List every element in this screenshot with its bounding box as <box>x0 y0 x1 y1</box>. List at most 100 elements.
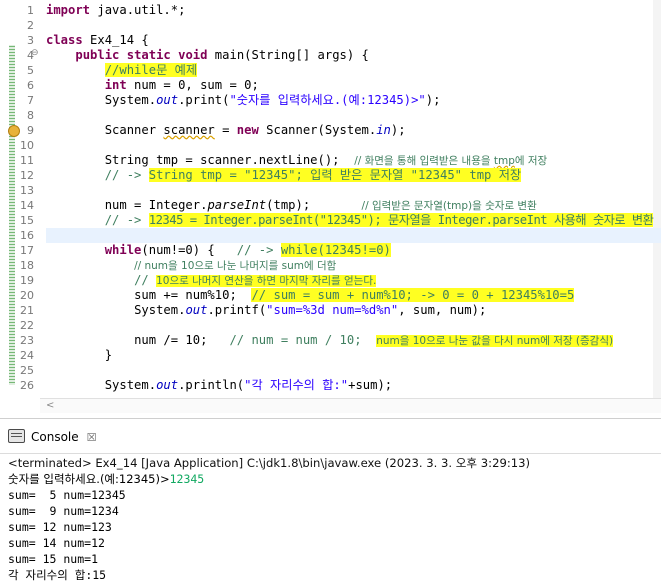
line-number: 4 <box>27 49 34 62</box>
line-number: 11 <box>20 154 34 167</box>
scroll-left-icon[interactable]: < <box>46 399 54 413</box>
comment: // 화면을 통해 입력받은 내용을 <box>354 155 494 167</box>
code-line-18[interactable]: // num을 10으로 나눈 나머지를 sum에 더함 <box>46 258 661 273</box>
code-line-15[interactable]: // -> 12345 = Integer.parseInt("12345");… <box>46 213 661 228</box>
string-literal: "각 자리수의 합:" <box>244 378 349 392</box>
terminated-status: <terminated> Ex4_14 [Java Application] C… <box>8 456 530 470</box>
code-line-5[interactable]: //while문 예제 <box>46 63 661 78</box>
line-number: 9 <box>27 124 34 137</box>
close-icon[interactable]: ☒ <box>87 428 97 448</box>
comment: //while문 예제 <box>104 63 198 77</box>
string-literal: "숫자를 입력하세요.(예:12345)>" <box>229 93 426 107</box>
code-line-19[interactable]: // 10으로 나머지 연산을 하면 마지막 자리를 얻는다. <box>46 273 661 288</box>
line-number: 22 <box>20 319 34 332</box>
string-literal: "sum=%3d num=%d%n" <box>266 303 399 317</box>
horizontal-scrollbar[interactable]: < <box>40 398 661 413</box>
line-number: 13 <box>20 184 34 197</box>
code-line-26[interactable]: System.out.println("각 자리수의 합:"+sum); <box>46 378 661 393</box>
line-number: 17 <box>20 244 34 257</box>
code-line-14[interactable]: num = Integer.parseInt(tmp); // 입력받은 문자열… <box>46 198 661 213</box>
code-line-21[interactable]: System.out.printf("sum=%3d num=%d%n", su… <box>46 303 661 318</box>
keyword: new <box>236 123 259 137</box>
field: out <box>185 303 208 317</box>
console-prompt-line: 숫자를 입력하세요.(예:12345)>12345 <box>8 471 204 487</box>
console-prompt: 숫자를 입력하세요.(예:12345)> <box>8 472 170 486</box>
line-number: 5 <box>27 64 34 77</box>
code-editor[interactable]: ⊖ 1 2 3 4 5 6 7 8 9 10 11 12 13 14 15 16 17 18 19 20 21 22 23 2… <box>0 0 661 398</box>
code-text: String tmp = scanner.nextLine(); <box>104 153 355 167</box>
code-line-6[interactable]: int num = 0, sum = 0; <box>46 78 661 93</box>
console-output-line: sum= 15 num=1 <box>8 552 99 566</box>
code-text: num = 0, sum = 0; <box>126 78 259 92</box>
comment: // sum = sum + num%10; -> 0 = 0 + 12345%… <box>251 288 575 302</box>
keyword: class <box>46 33 83 47</box>
comment: tmp <box>493 155 515 167</box>
variable: scanner <box>163 123 215 137</box>
line-number: 10 <box>20 139 34 152</box>
line-number: 2 <box>27 19 34 32</box>
console-view[interactable]: Console ☒ <terminated> Ex4_14 [Java Appli… <box>0 418 661 585</box>
comment: // <box>134 273 157 287</box>
keyword: int <box>104 78 127 92</box>
code-line-1[interactable]: import java.util.*; <box>46 3 661 18</box>
comment: 10으로 나머지 연산을 하면 마지막 자리를 얻는다. <box>156 275 377 287</box>
console-tab-bar: Console ☒ <box>0 419 661 454</box>
line-number: 25 <box>20 364 34 377</box>
code-line-4[interactable]: public static void main(String[] args) { <box>46 48 661 63</box>
line-number: 12 <box>20 169 34 182</box>
code-line-23[interactable]: num /= 10; // num = num / 10; num을 10으로 … <box>46 333 661 348</box>
comment: while(12345!=0) <box>280 243 391 257</box>
code-text: System. <box>104 93 157 107</box>
code-text: (tmp); <box>266 198 311 212</box>
code-line-7[interactable]: System.out.print("숫자를 입력하세요.(예:12345)>")… <box>46 93 661 108</box>
code-text: .println( <box>178 378 245 392</box>
line-number: 1 <box>27 4 34 17</box>
code-text: num /= 10; <box>134 333 230 347</box>
code-line-11[interactable]: String tmp = scanner.nextLine(); // 화면을 … <box>46 153 661 168</box>
field: out <box>156 93 179 107</box>
code-text: ); <box>390 123 406 137</box>
code-text: num = Integer. <box>104 198 208 212</box>
code-line-20[interactable]: sum += num%10; // sum = sum + num%10; ->… <box>46 288 661 303</box>
code-text: , sum, num); <box>398 303 487 317</box>
comment: // -> <box>236 243 281 257</box>
keyword: while <box>104 243 142 257</box>
comment: // num을 10으로 나눈 나머지를 sum에 더함 <box>134 260 337 272</box>
console-output-line: sum= 12 num=123 <box>8 520 112 534</box>
method: parseInt <box>207 198 267 212</box>
console-output-line: sum= 14 num=12 <box>8 536 105 550</box>
line-number: 26 <box>20 379 34 392</box>
code-text: sum += num%10; <box>134 288 252 302</box>
code-text: = <box>214 123 237 137</box>
keyword: void <box>178 48 208 62</box>
code-line-17[interactable]: while(num!=0) { // -> while(12345!=0) <box>46 243 661 258</box>
comment: 12345 = Integer.parseInt("12345"); 문자열을 … <box>148 213 654 227</box>
comment: num을 10으로 나눈 값을 다시 num에 저장 (증감식) <box>376 335 614 347</box>
line-number: 18 <box>20 259 34 272</box>
line-number: 19 <box>20 274 34 287</box>
tab-console[interactable]: Console ☒ <box>8 427 97 447</box>
code-line-3[interactable]: class Ex4_14 { <box>46 33 661 48</box>
code-text: Scanner <box>104 123 164 137</box>
line-number: 24 <box>20 349 34 362</box>
code-line-9[interactable]: Scanner scanner = new Scanner(System.in)… <box>46 123 661 138</box>
comment: // num = num / 10; <box>229 333 377 347</box>
field: out <box>156 378 179 392</box>
line-number: 15 <box>20 214 34 227</box>
line-number: 16 <box>20 229 34 242</box>
line-number: 21 <box>20 304 34 317</box>
code-line-12[interactable]: // -> String tmp = "12345"; 입력 받은 문자열 "1… <box>46 168 661 183</box>
line-number: 8 <box>27 109 34 122</box>
code-text: Ex4_14 { <box>82 33 149 47</box>
comment: String tmp = "12345"; 입력 받은 문자열 "12345" … <box>148 168 522 182</box>
code-text: (num!=0) { <box>141 243 237 257</box>
line-number: 6 <box>27 79 34 92</box>
code-text: .print( <box>178 93 230 107</box>
console-output-line: sum= 9 num=1234 <box>8 504 119 518</box>
code-line-16[interactable] <box>46 228 661 243</box>
code-text: } <box>104 348 113 362</box>
console-user-input: 12345 <box>169 472 205 486</box>
console-icon <box>8 429 25 443</box>
code-line-24[interactable]: } <box>46 348 661 363</box>
